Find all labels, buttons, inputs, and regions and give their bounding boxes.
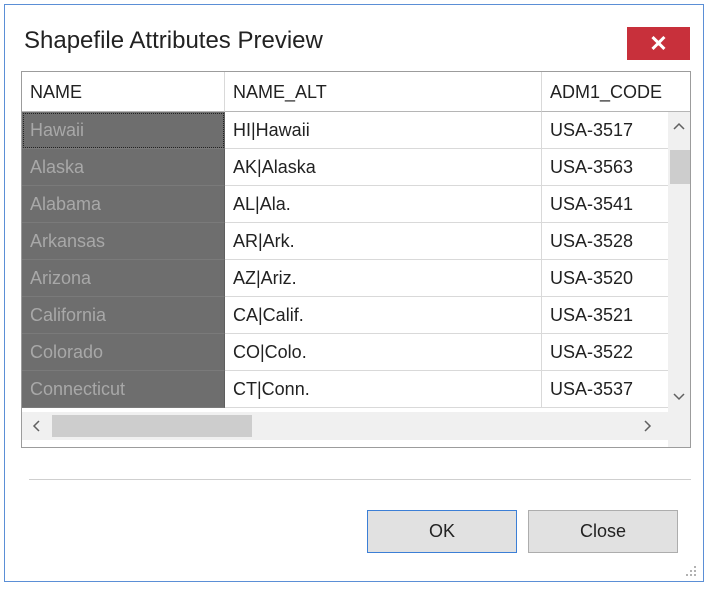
cell-name-alt[interactable]: AK|Alaska <box>225 149 542 186</box>
column-header-name-alt[interactable]: NAME_ALT <box>225 72 542 112</box>
close-window-button[interactable]: ✕ <box>627 27 690 60</box>
table-row[interactable]: Arkansas AR|Ark. USA-3528 <box>22 223 668 260</box>
cell-name[interactable]: California <box>22 297 225 334</box>
vertical-scrollbar[interactable] <box>668 112 690 412</box>
cell-name-alt[interactable]: AL|Ala. <box>225 186 542 223</box>
chevron-down-icon[interactable] <box>673 393 685 401</box>
cell-adm1-code[interactable]: USA-3517 <box>542 112 668 149</box>
chevron-right-icon[interactable] <box>644 420 652 432</box>
chevron-left-icon[interactable] <box>32 420 40 432</box>
horizontal-scrollbar[interactable] <box>22 412 668 440</box>
table-row[interactable]: California CA|Calif. USA-3521 <box>22 297 668 334</box>
ok-button[interactable]: OK <box>367 510 517 553</box>
table-row[interactable]: Hawaii HI|Hawaii USA-3517 <box>22 112 668 149</box>
table-row[interactable]: Alaska AK|Alaska USA-3563 <box>22 149 668 186</box>
cell-adm1-code[interactable]: USA-3520 <box>542 260 668 297</box>
close-button[interactable]: Close <box>528 510 678 553</box>
cell-adm1-code[interactable]: USA-3521 <box>542 297 668 334</box>
cell-adm1-code[interactable]: USA-3537 <box>542 371 668 408</box>
cell-name-alt[interactable]: CA|Calif. <box>225 297 542 334</box>
cell-adm1-code[interactable]: USA-3563 <box>542 149 668 186</box>
table-row[interactable]: Arizona AZ|Ariz. USA-3520 <box>22 260 668 297</box>
scrollbar-corner <box>668 412 690 447</box>
horizontal-scroll-thumb[interactable] <box>52 415 252 437</box>
resize-grip-icon[interactable] <box>685 565 697 577</box>
cell-name-alt[interactable]: CT|Conn. <box>225 371 542 408</box>
shapefile-preview-dialog: Shapefile Attributes Preview ✕ NAME NAME… <box>4 4 704 582</box>
attributes-table: NAME NAME_ALT ADM1_CODE Hawaii HI|Hawaii… <box>21 71 691 448</box>
cell-adm1-code[interactable]: USA-3528 <box>542 223 668 260</box>
cell-name[interactable]: Alaska <box>22 149 225 186</box>
column-header-name[interactable]: NAME <box>22 72 225 112</box>
cell-name-alt[interactable]: AZ|Ariz. <box>225 260 542 297</box>
cell-name[interactable]: Arkansas <box>22 223 225 260</box>
column-header-adm1-code[interactable]: ADM1_CODE <box>542 72 690 112</box>
cell-name-alt[interactable]: HI|Hawaii <box>225 112 542 149</box>
table-row[interactable]: Connecticut CT|Conn. USA-3537 <box>22 371 668 408</box>
table-row[interactable]: Colorado CO|Colo. USA-3522 <box>22 334 668 371</box>
table-row[interactable]: Alabama AL|Ala. USA-3541 <box>22 186 668 223</box>
cell-name-alt[interactable]: AR|Ark. <box>225 223 542 260</box>
cell-name[interactable]: Connecticut <box>22 371 225 408</box>
cell-name[interactable]: Colorado <box>22 334 225 371</box>
cell-name[interactable]: Hawaii <box>22 112 225 149</box>
title-bar: Shapefile Attributes Preview ✕ <box>5 5 703 79</box>
dialog-title: Shapefile Attributes Preview <box>24 27 323 54</box>
close-icon: ✕ <box>649 30 668 56</box>
vertical-scroll-thumb[interactable] <box>670 150 690 184</box>
chevron-up-icon[interactable] <box>673 122 685 130</box>
cell-adm1-code[interactable]: USA-3541 <box>542 186 668 223</box>
cell-name[interactable]: Alabama <box>22 186 225 223</box>
cell-adm1-code[interactable]: USA-3522 <box>542 334 668 371</box>
divider <box>29 479 691 480</box>
cell-name-alt[interactable]: CO|Colo. <box>225 334 542 371</box>
cell-name[interactable]: Arizona <box>22 260 225 297</box>
